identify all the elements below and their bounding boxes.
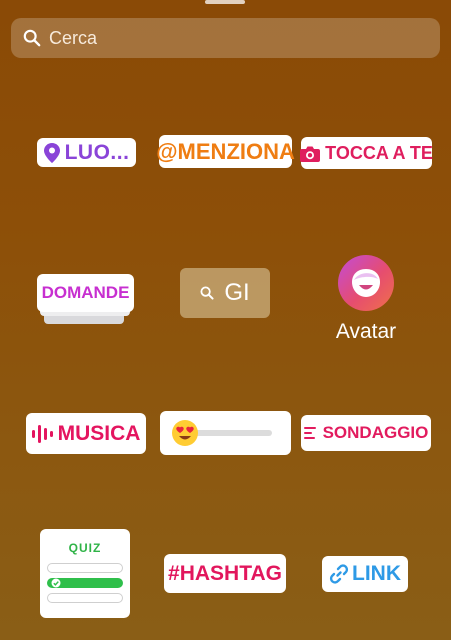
- avatar-sticker[interactable]: [338, 255, 394, 311]
- questions-sticker[interactable]: DOMANDE: [37, 274, 134, 312]
- search-icon: [23, 29, 41, 47]
- music-bars-icon: [31, 424, 53, 443]
- quiz-sticker[interactable]: QUIZ: [40, 529, 130, 618]
- hashtag-sticker-label: #HASHTAG: [168, 561, 282, 585]
- link-chain-icon: [329, 564, 349, 584]
- checkmark-icon: [51, 578, 61, 588]
- mention-sticker[interactable]: @MENZIONA: [156, 135, 295, 168]
- avatar-label: Avatar: [335, 320, 397, 343]
- questions-sticker-label: DOMANDE: [41, 283, 130, 302]
- hashtag-sticker[interactable]: #HASHTAG: [164, 554, 286, 593]
- mention-sticker-label: @MENZIONA: [156, 138, 295, 164]
- location-sticker-label: LUO...: [64, 140, 130, 164]
- heart-eyes-emoji-icon: [172, 420, 198, 446]
- avatar-face-icon: [352, 269, 380, 297]
- search-placeholder: Cerca: [49, 27, 98, 48]
- search-bar[interactable]: Cerca: [11, 18, 440, 58]
- music-sticker[interactable]: MUSICA: [26, 413, 146, 454]
- gif-sticker-label: GI: [224, 279, 250, 306]
- quiz-title: QUIZ: [68, 541, 102, 555]
- add-yours-sticker[interactable]: TOCCA A TE: [300, 137, 433, 169]
- location-pin-icon: [43, 142, 60, 163]
- camera-icon: [300, 146, 321, 162]
- slider-track: [190, 430, 272, 436]
- add-yours-sticker-label: TOCCA A TE: [325, 142, 433, 163]
- gif-sticker[interactable]: GI: [180, 268, 270, 318]
- location-sticker[interactable]: LUO...: [37, 138, 136, 167]
- poll-sticker-label: SONDAGGIO: [322, 423, 429, 442]
- music-sticker-label: MUSICA: [57, 421, 141, 445]
- emoji-slider-sticker[interactable]: [160, 411, 291, 455]
- poll-lines-icon: [303, 427, 316, 439]
- drag-handle[interactable]: [205, 0, 245, 4]
- quiz-option: [47, 593, 123, 603]
- search-icon: [200, 286, 214, 300]
- link-sticker[interactable]: LINK: [322, 556, 408, 592]
- link-sticker-label: LINK: [352, 562, 401, 585]
- quiz-option: [47, 563, 123, 573]
- poll-sticker[interactable]: SONDAGGIO: [301, 415, 431, 451]
- quiz-option-correct: [47, 578, 123, 588]
